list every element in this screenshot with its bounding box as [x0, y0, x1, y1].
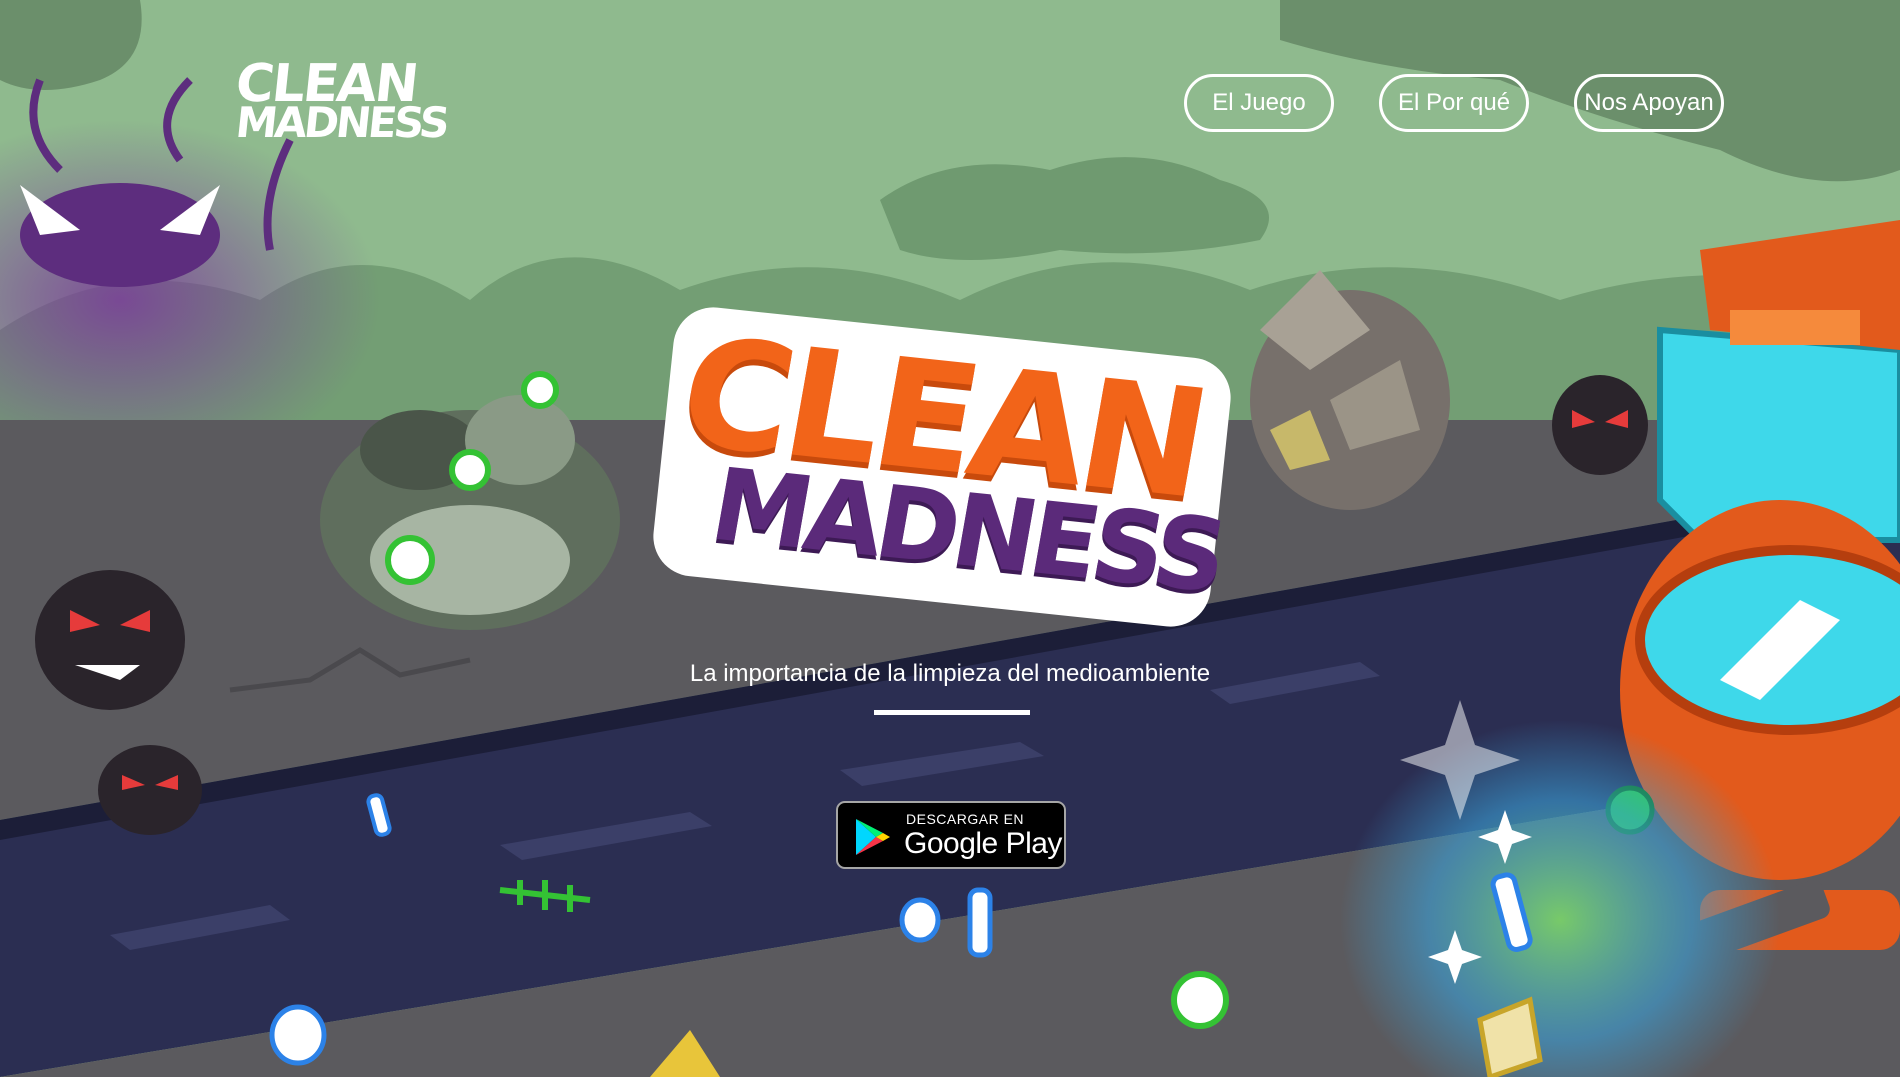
main-nav: El Juego El Por qué Nos Apoyan	[1184, 74, 1724, 132]
google-play-icon	[856, 819, 890, 855]
hero-tagline: La importancia de la limpieza del medioa…	[689, 660, 1211, 687]
nav-el-por-que-button[interactable]: El Por qué	[1379, 74, 1529, 132]
header-logo[interactable]: CLEAN MADNESS	[233, 54, 449, 150]
download-line2: Google Play	[904, 827, 1062, 860]
download-line1: DESCARGAR EN	[906, 811, 1025, 827]
google-play-download-button[interactable]: DESCARGAR EN Google Play	[836, 801, 1066, 869]
nav-el-juego-button[interactable]: El Juego	[1184, 74, 1334, 132]
game-title-logo: CLEAN MADNESS	[649, 303, 1252, 631]
nav-nos-apoyan-button[interactable]: Nos Apoyan	[1574, 74, 1724, 132]
header-logo-line2: MADNESS	[233, 98, 450, 147]
tagline-underline	[874, 710, 1030, 715]
